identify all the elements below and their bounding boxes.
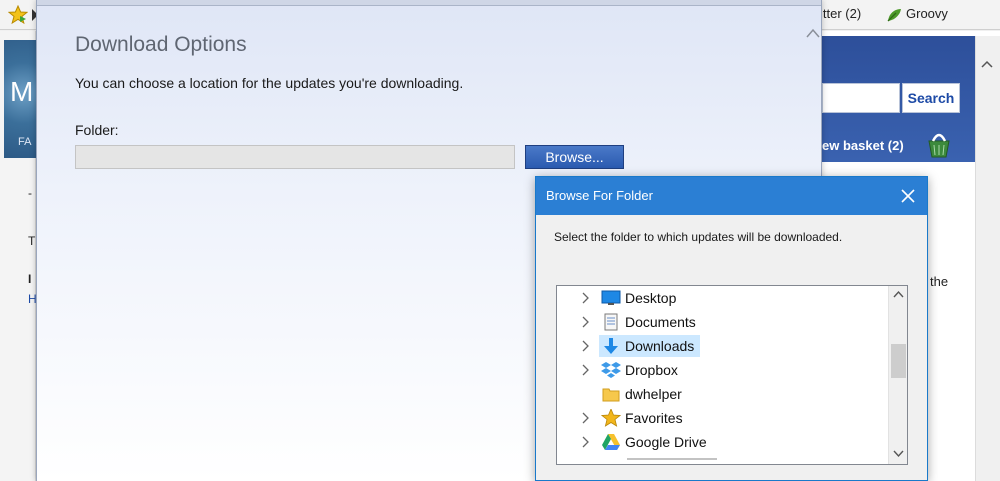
groovy-bookmark[interactable]: Groovy <box>906 6 948 21</box>
favorites-star-icon <box>601 409 621 427</box>
browse-button[interactable]: Browse... <box>525 145 624 169</box>
view-basket-link[interactable]: ew basket (2) <box>822 138 904 153</box>
basket-icon[interactable] <box>924 127 954 161</box>
scroll-up-arrow-icon[interactable] <box>893 290 904 298</box>
site-logo-letter: M <box>10 76 34 107</box>
page-text-fragment: - <box>28 186 32 200</box>
tree-item-label: Downloads <box>625 338 695 354</box>
folder-tree[interactable]: Desktop Documents Downloads Dropbox dwhe… <box>556 285 908 465</box>
tree-item-documents[interactable]: Documents <box>557 310 887 334</box>
tree-item-label: Favorites <box>625 410 683 426</box>
site-nav-fragment[interactable]: FA <box>18 136 31 148</box>
twitter-bookmark[interactable]: itter (2) <box>820 6 861 21</box>
tree-item-label: Desktop <box>625 290 677 306</box>
tree-item-label: Google Drive <box>625 434 707 450</box>
dialog-top-border <box>37 0 821 6</box>
tree-item-desktop[interactable]: Desktop <box>557 286 887 310</box>
close-icon[interactable] <box>895 183 921 209</box>
dialog-titlebar[interactable]: Browse For Folder <box>536 177 927 215</box>
dialog-title: Browse For Folder <box>546 188 653 203</box>
browse-for-folder-dialog: Browse For Folder Select the folder to w… <box>535 176 928 481</box>
scroll-up-arrow-icon[interactable] <box>806 28 820 38</box>
page-text-fragment: the <box>930 274 949 289</box>
desktop-icon <box>601 290 621 305</box>
page-text-fragment: T <box>28 234 36 248</box>
scroll-thumb[interactable] <box>891 344 906 378</box>
tree-item-dropbox[interactable]: Dropbox <box>557 358 887 382</box>
favorites-star-icon[interactable] <box>8 5 28 25</box>
tree-item-downloads[interactable]: Downloads <box>557 334 887 358</box>
google-drive-icon <box>602 434 620 450</box>
tree-scrollbar[interactable] <box>888 286 907 464</box>
scroll-up-arrow-icon[interactable] <box>981 60 993 68</box>
tree-item-partial <box>627 458 717 464</box>
downloads-icon <box>604 338 618 354</box>
tree-item-label: dwhelper <box>625 386 682 402</box>
site-search-button[interactable]: Search <box>902 83 960 113</box>
dropbox-icon <box>601 362 621 378</box>
tree-item-label: Dropbox <box>625 362 678 378</box>
dialog-description: You can choose a location for the update… <box>75 75 464 91</box>
documents-icon <box>604 313 618 331</box>
groovy-leaf-icon <box>887 9 901 22</box>
folder-path-field[interactable] <box>75 145 515 169</box>
folder-label: Folder: <box>75 122 119 138</box>
scroll-down-arrow-icon[interactable] <box>893 450 904 458</box>
tree-item-favorites[interactable]: Favorites <box>557 406 887 430</box>
tree-item-google-drive[interactable]: Google Drive <box>557 430 887 454</box>
dialog-instruction: Select the folder to which updates will … <box>554 230 843 244</box>
expand-chevron-icon[interactable] <box>581 316 591 328</box>
expand-chevron-icon[interactable] <box>581 292 591 304</box>
expand-chevron-icon[interactable] <box>581 340 591 352</box>
expand-chevron-icon[interactable] <box>581 412 591 424</box>
expand-chevron-icon[interactable] <box>581 364 591 376</box>
tree-item-dwhelper[interactable]: dwhelper <box>557 382 887 406</box>
expand-chevron-icon[interactable] <box>581 436 591 448</box>
page-scrollbar[interactable] <box>975 36 1000 481</box>
tree-item-label: Documents <box>625 314 696 330</box>
dialog-title: Download Options <box>75 33 247 56</box>
page-text-fragment: I <box>28 272 32 286</box>
folder-icon <box>602 388 620 402</box>
site-search-input[interactable] <box>822 83 900 113</box>
